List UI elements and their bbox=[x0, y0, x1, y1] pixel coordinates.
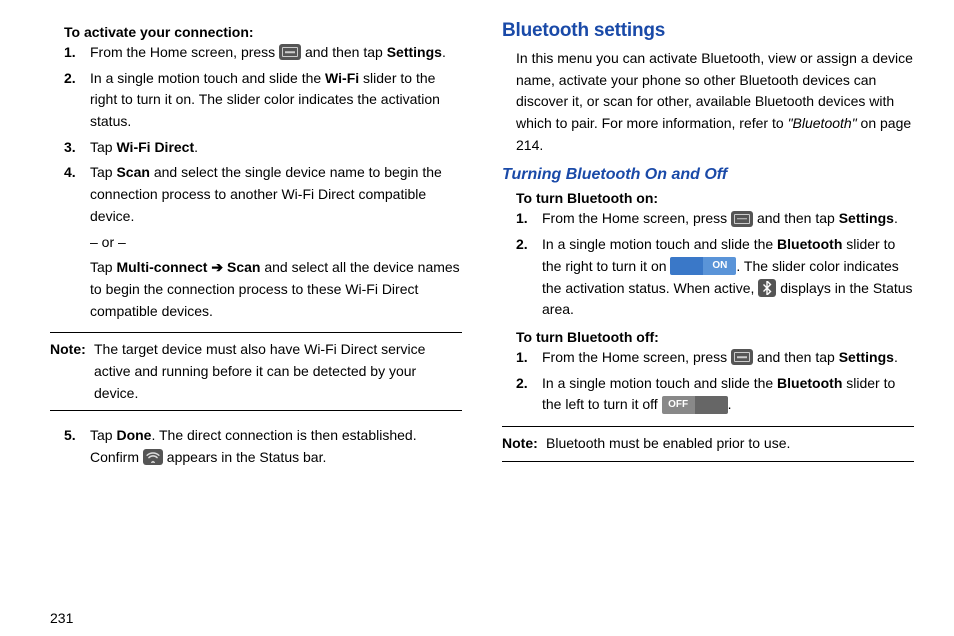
step-number: 2. bbox=[64, 68, 90, 133]
step-number: 2. bbox=[516, 373, 542, 416]
step-body: Tap Done. The direct connection is then … bbox=[90, 425, 462, 468]
left-list: 1. From the Home screen, press and then … bbox=[50, 42, 462, 326]
bluetooth-on-list: 1. From the Home screen, press and then … bbox=[502, 208, 914, 324]
page-number: 231 bbox=[50, 598, 462, 626]
right-column: Bluetooth settings In this menu you can … bbox=[502, 20, 914, 626]
divider bbox=[50, 332, 462, 333]
text: In a single motion touch and slide the bbox=[542, 375, 777, 391]
step-number: 4. bbox=[64, 162, 90, 322]
list-item: 2. In a single motion touch and slide th… bbox=[516, 234, 914, 321]
note-key: Note: bbox=[502, 433, 546, 455]
bluetooth-ref: "Bluetooth" bbox=[788, 115, 857, 131]
list-item: 1. From the Home screen, press and then … bbox=[516, 347, 914, 369]
step-number: 1. bbox=[516, 208, 542, 230]
settings-label: Settings bbox=[839, 210, 894, 226]
step-number: 5. bbox=[64, 425, 90, 468]
toggle-off-icon: OFF bbox=[662, 396, 728, 414]
bluetooth-icon bbox=[758, 279, 776, 297]
toggle-on-icon: ON bbox=[670, 257, 736, 275]
note-text: Bluetooth must be enabled prior to use. bbox=[546, 433, 914, 455]
text: Tap bbox=[90, 427, 116, 443]
bluetooth-on-title: To turn Bluetooth on: bbox=[502, 190, 914, 206]
note-block: Note: Bluetooth must be enabled prior to… bbox=[502, 433, 914, 455]
settings-label: Settings bbox=[839, 349, 894, 365]
step-body: From the Home screen, press and then tap… bbox=[542, 208, 914, 230]
intro-paragraph: In this menu you can activate Bluetooth,… bbox=[502, 48, 914, 156]
on-label: ON bbox=[703, 257, 736, 275]
list-item: 1. From the Home screen, press and then … bbox=[516, 208, 914, 230]
step-body: From the Home screen, press and then tap… bbox=[90, 42, 462, 64]
list-item: 5. Tap Done. The direct connection is th… bbox=[64, 425, 462, 468]
bluetooth-label: Bluetooth bbox=[777, 375, 842, 391]
list-item: 3. Tap Wi-Fi Direct. bbox=[64, 137, 462, 159]
left-title: To activate your connection: bbox=[50, 24, 462, 40]
divider bbox=[502, 426, 914, 427]
scan-label: Scan bbox=[223, 259, 260, 275]
scan-label: Scan bbox=[116, 164, 149, 180]
step-number: 1. bbox=[64, 42, 90, 64]
text: In a single motion touch and slide the bbox=[542, 236, 777, 252]
arrow-icon: ➔ bbox=[211, 259, 223, 275]
note-text: The target device must also have Wi-Fi D… bbox=[94, 339, 462, 404]
text: . bbox=[194, 139, 198, 155]
divider bbox=[50, 410, 462, 411]
step-body: In a single motion touch and slide the B… bbox=[542, 373, 914, 416]
menu-icon bbox=[731, 349, 753, 365]
wifi-direct-label: Wi-Fi Direct bbox=[116, 139, 194, 155]
note-key: Note: bbox=[50, 339, 94, 404]
note-block: Note: The target device must also have W… bbox=[50, 339, 462, 404]
text: appears in the Status bar. bbox=[163, 449, 326, 465]
step-body: Tap Scan and select the single device na… bbox=[90, 162, 462, 322]
off-label: OFF bbox=[662, 396, 695, 414]
list-item: 1. From the Home screen, press and then … bbox=[64, 42, 462, 64]
bluetooth-label: Bluetooth bbox=[777, 236, 842, 252]
wifi-label: Wi-Fi bbox=[325, 70, 359, 86]
left-column: To activate your connection: 1. From the… bbox=[50, 20, 462, 626]
settings-label: Settings bbox=[387, 44, 442, 60]
text: From the Home screen, press bbox=[542, 210, 731, 226]
menu-icon bbox=[731, 211, 753, 227]
step-body: In a single motion touch and slide the B… bbox=[542, 234, 914, 321]
step-number: 1. bbox=[516, 347, 542, 369]
step-number: 3. bbox=[64, 137, 90, 159]
text: and then tap bbox=[753, 349, 839, 365]
text: and then tap bbox=[753, 210, 839, 226]
wifi-direct-icon bbox=[143, 449, 163, 465]
list-item: 2. In a single motion touch and slide th… bbox=[516, 373, 914, 416]
text: Tap bbox=[90, 139, 116, 155]
step-body: From the Home screen, press and then tap… bbox=[542, 347, 914, 369]
text: and then tap bbox=[301, 44, 387, 60]
text: . bbox=[728, 396, 732, 412]
text: From the Home screen, press bbox=[90, 44, 279, 60]
multi-connect-label: Multi-connect bbox=[116, 259, 211, 275]
divider bbox=[502, 461, 914, 462]
left-list-cont: 5. Tap Done. The direct connection is th… bbox=[50, 425, 462, 472]
text: Tap bbox=[90, 259, 116, 275]
bluetooth-off-list: 1. From the Home screen, press and then … bbox=[502, 347, 914, 420]
text: From the Home screen, press bbox=[542, 349, 731, 365]
text: . bbox=[442, 44, 446, 60]
text: . bbox=[894, 210, 898, 226]
step-body: Tap Wi-Fi Direct. bbox=[90, 137, 462, 159]
or-divider: – or – bbox=[90, 232, 462, 254]
step-body: In a single motion touch and slide the W… bbox=[90, 68, 462, 133]
step-number: 2. bbox=[516, 234, 542, 321]
text: In a single motion touch and slide the bbox=[90, 70, 325, 86]
list-item: 4. Tap Scan and select the single device… bbox=[64, 162, 462, 322]
page: To activate your connection: 1. From the… bbox=[0, 0, 954, 636]
bluetooth-off-title: To turn Bluetooth off: bbox=[502, 329, 914, 345]
turning-bluetooth-subheading: Turning Bluetooth On and Off bbox=[502, 166, 914, 184]
menu-icon bbox=[279, 44, 301, 60]
bluetooth-settings-heading: Bluetooth settings bbox=[502, 20, 914, 42]
text: . bbox=[894, 349, 898, 365]
text: Tap bbox=[90, 164, 116, 180]
list-item: 2. In a single motion touch and slide th… bbox=[64, 68, 462, 133]
done-label: Done bbox=[116, 427, 151, 443]
